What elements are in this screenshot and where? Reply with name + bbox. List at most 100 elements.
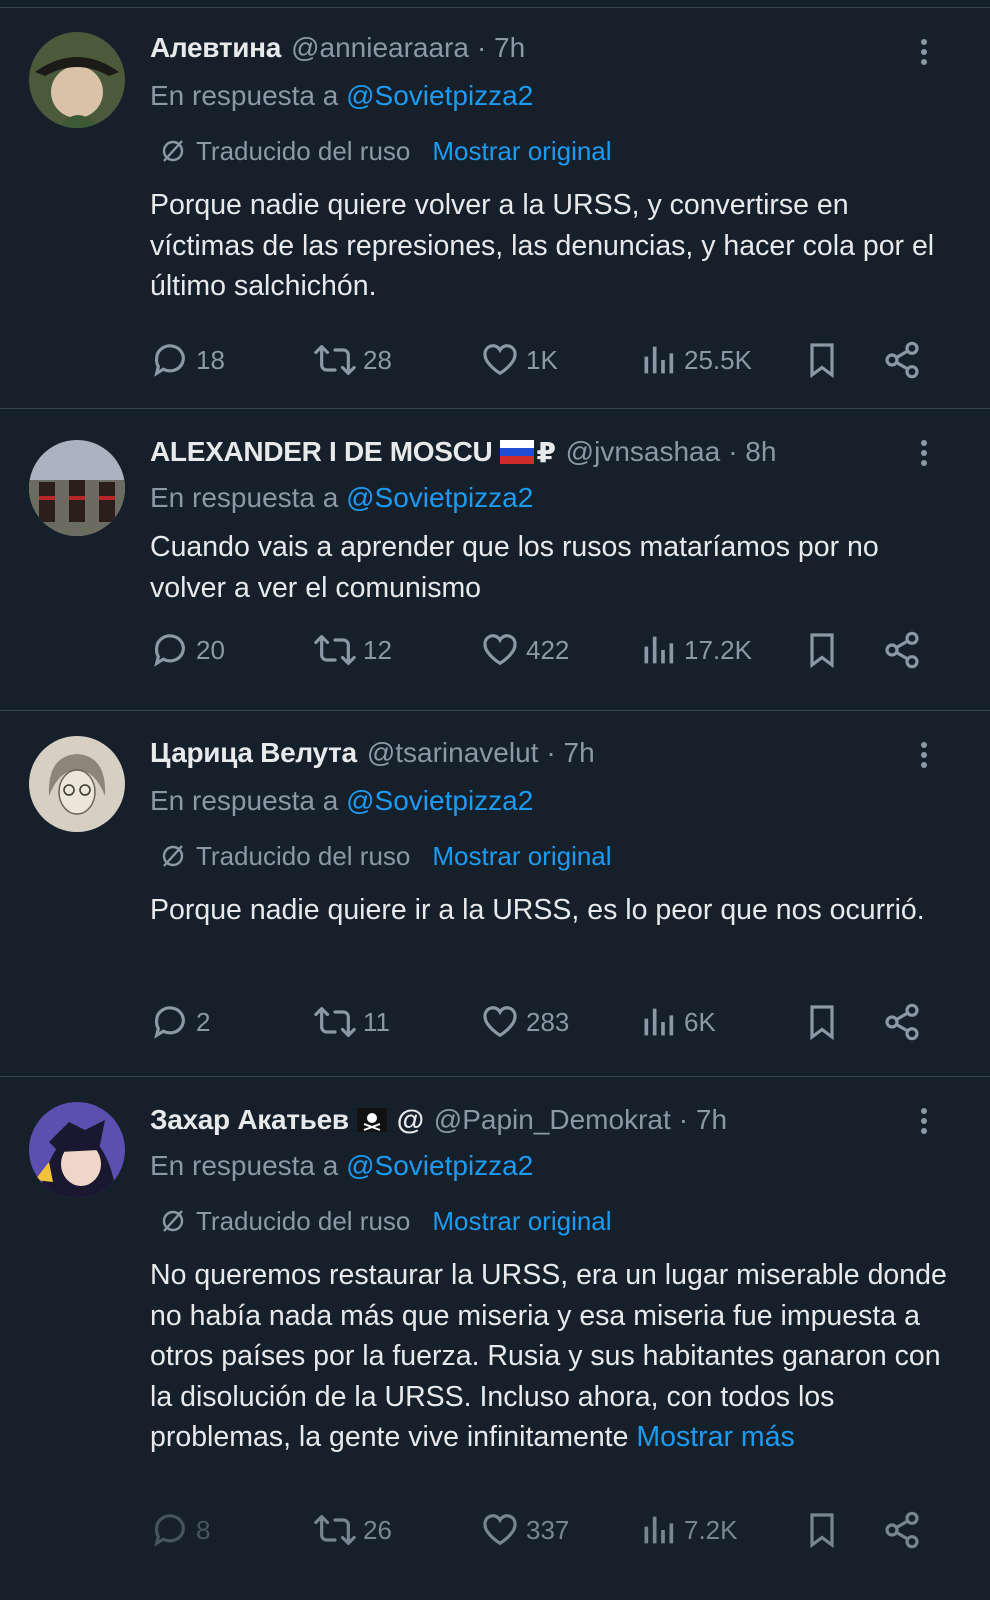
- views-icon: [644, 636, 674, 664]
- reply-mention-link[interactable]: @Sovietpizza2: [346, 785, 533, 816]
- like-button[interactable]: 337: [480, 1506, 569, 1554]
- display-name[interactable]: ALEXANDER I DE MOSCU: [150, 436, 493, 468]
- views-button[interactable]: 17.2K: [638, 626, 752, 674]
- translate-icon: [162, 845, 184, 867]
- translate-label: Traducido del ruso: [196, 135, 411, 166]
- retweet-button[interactable]: 28: [313, 336, 392, 384]
- display-name[interactable]: Захар Акатьев: [150, 1104, 349, 1136]
- share-icon: [885, 1003, 919, 1041]
- reply-button[interactable]: 8: [150, 1506, 210, 1554]
- timestamp[interactable]: · 8h: [728, 436, 776, 468]
- name-suffix: @: [396, 1104, 424, 1135]
- reply-context: En respuesta a @Sovietpizza2: [150, 781, 950, 821]
- bookmark-icon: [810, 1005, 834, 1041]
- russia-flag-icon: [500, 440, 535, 464]
- reply-button[interactable]: 2: [150, 998, 210, 1046]
- bookmark-button[interactable]: [802, 998, 848, 1046]
- translate-icon: [162, 1210, 184, 1232]
- retweet-count: 11: [363, 1006, 390, 1037]
- reply-prefix: En respuesta a: [150, 1150, 339, 1181]
- user-handle[interactable]: @anniearaara: [291, 32, 469, 64]
- tweet[interactable]: ALEXANDER I DE MOSCU ₽ @jvnsashaa · 8h E…: [0, 410, 990, 711]
- timestamp[interactable]: · 7h: [546, 737, 594, 769]
- view-count: 6K: [684, 1006, 716, 1037]
- translation-row: Traducido del ruso Mostrar original: [160, 131, 950, 171]
- action-bar: 8 26 337 7.2K: [150, 1506, 940, 1554]
- retweet-icon: [314, 345, 356, 375]
- reply-context: En respuesta a @Sovietpizza2: [150, 1146, 950, 1186]
- avatar[interactable]: [29, 440, 125, 536]
- share-button[interactable]: [882, 336, 928, 384]
- more-options-button[interactable]: [910, 440, 938, 470]
- retweet-button[interactable]: 12: [313, 626, 392, 674]
- name-suffix: ₽: [536, 436, 556, 468]
- reply-prefix: En respuesta a: [150, 80, 339, 111]
- show-original-link[interactable]: Mostrar original: [432, 841, 611, 872]
- retweet-count: 28: [363, 344, 392, 375]
- reply-icon: [154, 1514, 185, 1547]
- reply-context: En respuesta a @Sovietpizza2: [150, 478, 950, 518]
- tweet[interactable]: Алевтина @anniearaara · 7h En respuesta …: [0, 9, 990, 409]
- pirate-flag-icon: [356, 1108, 387, 1132]
- share-icon: [885, 341, 919, 379]
- share-button[interactable]: [882, 1506, 928, 1554]
- user-handle[interactable]: @tsarinavelut: [367, 737, 539, 769]
- tweet-text: Porque nadie quiere ir a la URSS, es lo …: [150, 894, 925, 926]
- views-icon: [644, 346, 674, 374]
- show-original-link[interactable]: Mostrar original: [432, 1206, 611, 1237]
- retweet-button[interactable]: 11: [313, 998, 390, 1046]
- bookmark-button[interactable]: [802, 1506, 848, 1554]
- tweet[interactable]: Захар Акатьев @ @Papin_Demokrat · 7h En …: [0, 1078, 990, 1600]
- reply-button[interactable]: 20: [150, 626, 225, 674]
- like-count: 422: [526, 634, 570, 665]
- reply-context: En respuesta a @Sovietpizza2: [150, 76, 950, 116]
- more-options-button[interactable]: [910, 742, 938, 772]
- reply-mention-link[interactable]: @Sovietpizza2: [346, 1150, 533, 1181]
- retweet-icon: [314, 635, 356, 665]
- retweet-icon: [314, 1515, 356, 1545]
- heart-icon: [483, 344, 517, 376]
- tweet-text-body: No queremos restaurar la URSS, era un lu…: [150, 1259, 947, 1453]
- display-name[interactable]: Алевтина: [150, 32, 281, 64]
- views-icon: [644, 1516, 674, 1544]
- translate-icon: [162, 140, 184, 162]
- retweet-button[interactable]: 26: [313, 1506, 392, 1554]
- translate-label: Traducido del ruso: [196, 1205, 411, 1236]
- like-button[interactable]: 422: [480, 626, 569, 674]
- reply-button[interactable]: 18: [150, 336, 225, 384]
- timestamp[interactable]: · 7h: [477, 32, 525, 64]
- reply-count: 18: [196, 344, 225, 375]
- show-more-link[interactable]: Mostrar más: [636, 1421, 794, 1453]
- reply-mention-link[interactable]: @Sovietpizza2: [346, 80, 533, 111]
- like-button[interactable]: 283: [480, 998, 569, 1046]
- display-name[interactable]: Царица Велута: [150, 737, 357, 769]
- bookmark-button[interactable]: [802, 626, 848, 674]
- share-button[interactable]: [882, 998, 928, 1046]
- reply-mention-link[interactable]: @Sovietpizza2: [346, 482, 533, 513]
- more-options-button[interactable]: [910, 1108, 938, 1138]
- bookmark-button[interactable]: [802, 336, 848, 384]
- avatar[interactable]: [29, 32, 125, 128]
- translation-row: Traducido del ruso Mostrar original: [160, 836, 950, 876]
- timestamp[interactable]: · 7h: [679, 1104, 727, 1136]
- heart-icon: [483, 1006, 517, 1038]
- tweet[interactable]: Царица Велута @tsarinavelut · 7h En resp…: [0, 712, 990, 1077]
- user-handle[interactable]: @Papin_Demokrat: [434, 1104, 671, 1136]
- retweet-count: 12: [363, 634, 392, 665]
- action-bar: 18 28 1K 25.5K: [150, 336, 940, 384]
- reply-icon: [154, 344, 185, 377]
- avatar[interactable]: [29, 1102, 125, 1198]
- views-button[interactable]: 6K: [638, 998, 716, 1046]
- views-button[interactable]: 25.5K: [638, 336, 752, 384]
- share-button[interactable]: [882, 626, 928, 674]
- bookmark-icon: [810, 1513, 834, 1549]
- user-handle[interactable]: @jvnsashaa: [566, 436, 721, 468]
- views-button[interactable]: 7.2K: [638, 1506, 738, 1554]
- more-options-button[interactable]: [910, 39, 938, 69]
- show-original-link[interactable]: Mostrar original: [432, 136, 611, 167]
- reply-icon: [154, 634, 185, 667]
- reply-count: 2: [196, 1006, 211, 1037]
- like-button[interactable]: 1K: [480, 336, 558, 384]
- avatar[interactable]: [29, 736, 125, 832]
- translate-label: Traducido del ruso: [196, 840, 411, 871]
